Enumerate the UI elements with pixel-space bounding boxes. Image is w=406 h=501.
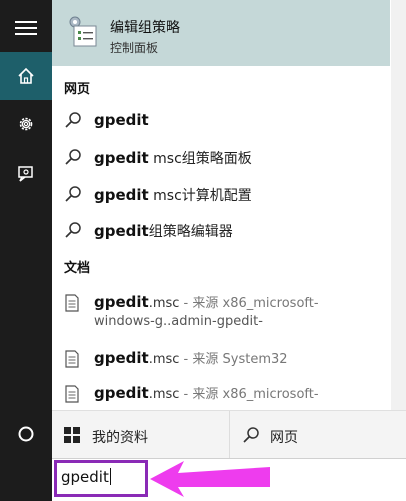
suggestion-match: gpedit	[94, 186, 149, 204]
text-caret	[109, 468, 111, 485]
feedback-icon	[18, 166, 33, 182]
search-icon	[65, 222, 81, 238]
web-search-button[interactable]: 网页	[229, 411, 406, 459]
home-button[interactable]	[0, 52, 52, 100]
search-icon	[243, 427, 259, 443]
web-suggestion[interactable]: gpedit msc组策略面板	[52, 140, 390, 174]
web-suggestion[interactable]: gpedit组策略编辑器	[52, 213, 390, 247]
my-stuff-button[interactable]: 我的资料	[52, 411, 228, 459]
document-source: - 来源 x86_microsoft-	[179, 387, 319, 402]
search-icon	[65, 186, 81, 202]
hamburger-menu-icon	[15, 21, 37, 35]
feedback-button[interactable]	[0, 150, 52, 198]
suggestion-match: gpedit	[94, 111, 149, 129]
document-source: - 来源 System32	[179, 352, 288, 367]
document-extension: .msc	[148, 296, 180, 311]
group-policy-icon	[66, 14, 100, 50]
document-path: windows-g..admin-gpedit-	[94, 314, 263, 329]
home-icon	[18, 67, 34, 84]
left-rail	[0, 0, 52, 501]
document-extension: .msc	[148, 387, 180, 402]
results-scrollbar[interactable]	[391, 0, 406, 410]
suggestion-rest: msc计算机配置	[148, 188, 252, 204]
windows-logo-icon	[64, 427, 80, 443]
suggestion-rest: msc组策略面板	[148, 151, 252, 167]
web-section-heading: 网页	[64, 82, 91, 97]
annotation-arrow-icon	[150, 461, 270, 497]
best-match-title: 编辑组策略	[110, 20, 180, 36]
gear-icon	[19, 117, 33, 131]
search-results-panel: 编辑组策略 控制面板 网页 gpedit gpedit msc组策略面板 gpe…	[52, 0, 406, 501]
search-icon	[65, 149, 81, 165]
suggestion-rest: 组策略编辑器	[148, 224, 233, 240]
search-query-text: gpedit	[61, 468, 109, 486]
document-icon	[65, 385, 79, 403]
suggestion-match: gpedit	[94, 149, 149, 167]
cortana-button[interactable]	[0, 410, 52, 458]
document-match: gpedit	[94, 349, 149, 367]
search-scope-bar: 我的资料 网页	[52, 410, 406, 459]
my-stuff-label: 我的资料	[92, 430, 148, 446]
suggestion-match: gpedit	[94, 222, 149, 240]
best-match-subtitle: 控制面板	[110, 41, 159, 55]
hamburger-menu-button[interactable]	[0, 4, 52, 52]
search-input[interactable]: gpedit	[61, 468, 111, 486]
web-search-label: 网页	[270, 430, 298, 446]
document-result[interactable]: gpedit.msc - 来源 x86_microsoft- windows-g…	[52, 290, 390, 336]
document-match: gpedit	[94, 384, 149, 402]
document-result[interactable]: gpedit.msc - 来源 System32	[52, 346, 390, 374]
web-suggestion[interactable]: gpedit msc计算机配置	[52, 177, 390, 211]
best-match-result[interactable]: 编辑组策略 控制面板	[52, 0, 390, 66]
settings-button[interactable]	[0, 100, 52, 148]
cortana-circle-icon	[18, 426, 34, 442]
document-match: gpedit	[94, 293, 149, 311]
document-icon	[65, 350, 79, 368]
document-extension: .msc	[148, 352, 180, 367]
search-icon	[65, 112, 81, 128]
document-icon	[65, 294, 79, 312]
web-suggestion[interactable]: gpedit	[52, 103, 390, 137]
document-result[interactable]: gpedit.msc - 来源 x86_microsoft-	[52, 381, 390, 409]
documents-section-heading: 文档	[64, 261, 91, 276]
document-source: - 来源 x86_microsoft-	[179, 296, 319, 311]
